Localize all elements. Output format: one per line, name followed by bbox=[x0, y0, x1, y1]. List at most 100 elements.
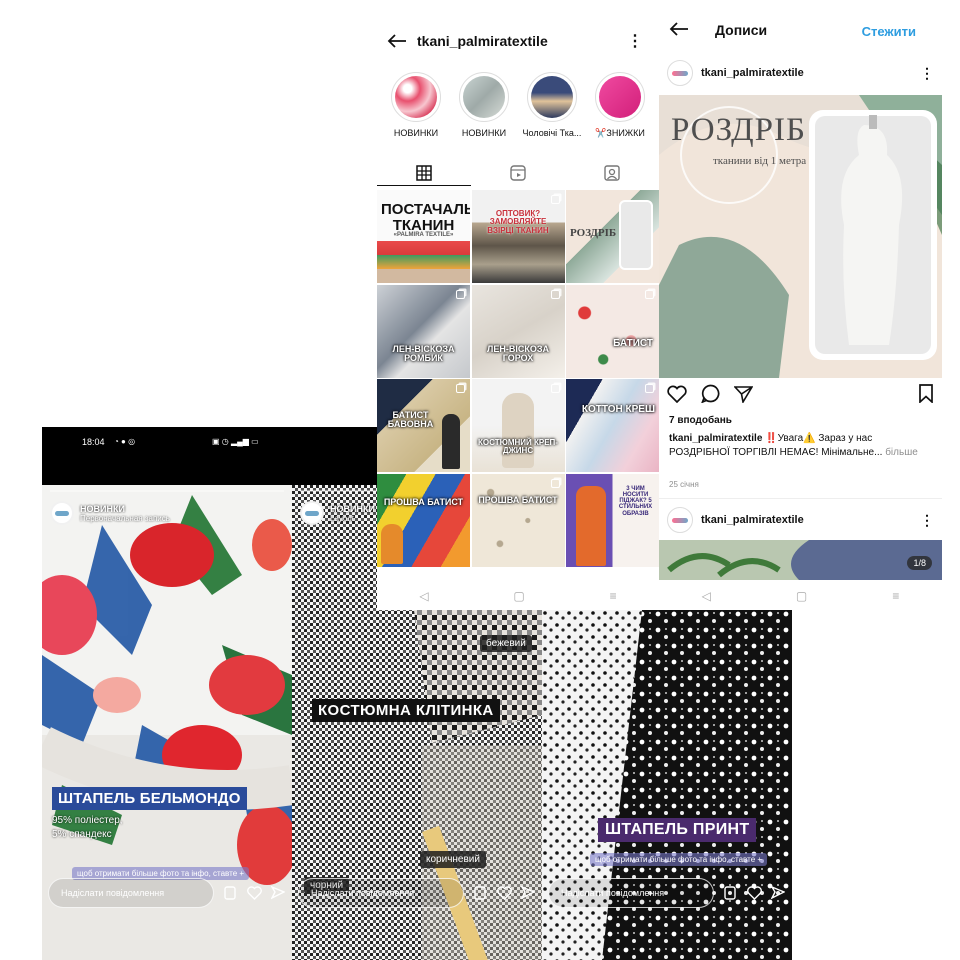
tile-caption: БАТИСТ bbox=[613, 337, 653, 349]
more-link[interactable]: більше bbox=[885, 447, 918, 458]
grid-post[interactable]: БАТИСТ БАВОВНА bbox=[377, 379, 470, 472]
profile-app-bar: tkani_palmiratextile ⋮ bbox=[377, 22, 659, 60]
story-title-label: ШТАПЕЛЬ ПРИНТ bbox=[598, 818, 757, 842]
likes-count[interactable]: 7 вподобань bbox=[669, 415, 732, 426]
bookmark-icon[interactable] bbox=[918, 384, 934, 408]
story-username[interactable]: НОВИНКИ bbox=[330, 504, 375, 514]
gallery-icon[interactable] bbox=[222, 885, 238, 901]
avatar[interactable] bbox=[667, 507, 693, 533]
grid-post[interactable]: ОПТОВИК? ЗАМОВЛЯЙТЕ ВЗІРЦІ ТКАНИН bbox=[471, 190, 565, 283]
profile-username: tkani_palmiratextile bbox=[417, 33, 548, 49]
tagged-icon bbox=[604, 165, 620, 181]
grid-post[interactable]: КОСТЮМНИЙ КРЕП-ДЖИНС bbox=[471, 379, 565, 472]
story-subtitle: Layout bbox=[330, 513, 355, 523]
tile-caption: БАТИСТ БАВОВНА bbox=[387, 410, 434, 430]
highlight-item[interactable]: НОВИНКИ bbox=[453, 72, 515, 139]
tab-reels[interactable] bbox=[471, 160, 565, 186]
nav-back-icon[interactable]: ◁ bbox=[702, 589, 711, 603]
post-image-subtitle: тканини від 1 метра bbox=[713, 155, 807, 167]
status-icons: ◔ ● ◎ bbox=[114, 437, 136, 446]
more-options-icon[interactable]: ⋮ bbox=[920, 65, 934, 82]
carousel-icon bbox=[550, 195, 560, 204]
heart-icon[interactable] bbox=[496, 885, 512, 901]
profile-tabs bbox=[377, 160, 659, 186]
back-arrow-icon[interactable] bbox=[377, 34, 417, 48]
profile-screen: tkani_palmiratextile ⋮ НОВИНКИ НОВИНКИ Ч… bbox=[377, 0, 659, 610]
tile-caption: ЛЕН-ВІСКОЗА ГОРОХ bbox=[487, 343, 549, 363]
highlight-label: Чоловічі Тка... bbox=[522, 128, 582, 138]
story-reply-row: Надіслати повідомлення bbox=[298, 877, 536, 909]
share-icon[interactable] bbox=[733, 385, 754, 408]
tile-phone-frame bbox=[619, 200, 653, 270]
story-reply-row: Надіслати повідомлення bbox=[548, 877, 786, 909]
back-arrow-icon[interactable] bbox=[669, 22, 689, 41]
heart-icon[interactable] bbox=[746, 885, 762, 901]
grid-post[interactable]: ЛЕН-ВІСКОЗА ГОРОХ bbox=[471, 284, 565, 378]
gallery-icon[interactable] bbox=[722, 885, 738, 901]
tile-caption: КОТТОН КРЕШ bbox=[581, 404, 655, 415]
grid-post[interactable]: ПРОШВА БАТИСТ bbox=[471, 473, 565, 567]
highlight-item[interactable]: НОВИНКИ bbox=[385, 72, 447, 139]
tile-caption: ЛЕН-ВІСКОЗА РОМБИК bbox=[392, 343, 455, 363]
grid-post[interactable]: РОЗДРІБ bbox=[566, 190, 659, 283]
tile-caption: ПРОШВА БАТИСТ bbox=[478, 494, 558, 505]
avatar[interactable] bbox=[667, 60, 693, 86]
nav-back-icon[interactable]: ◁ bbox=[419, 589, 428, 603]
gallery-icon[interactable] bbox=[472, 885, 488, 901]
carousel-icon bbox=[456, 384, 465, 393]
carousel-icon bbox=[456, 289, 465, 299]
grid-post[interactable]: БАТИСТ bbox=[566, 284, 659, 378]
carousel-counter: 1/8 bbox=[907, 556, 932, 570]
reply-input[interactable]: Надіслати повідомлення bbox=[548, 878, 714, 908]
story-avatar[interactable] bbox=[50, 501, 74, 525]
story-note: щоб отримати більше фото та інфо, ставте… bbox=[590, 853, 768, 866]
tile-subcaption: «PALMIRA TEXTILE» bbox=[393, 232, 454, 238]
send-icon[interactable] bbox=[270, 885, 286, 901]
more-options-icon[interactable]: ⋮ bbox=[920, 512, 934, 529]
grid-post[interactable]: ПРОШВА БАТИСТ bbox=[377, 473, 470, 567]
tab-grid[interactable] bbox=[377, 160, 471, 186]
story-reply-row: Надіслати повідомлення bbox=[48, 877, 286, 909]
tile-caption: 3 ЧИМ НОСИТИ ПІДЖАК? 5 СТИЛЬНИХ ОБРАЗІВ bbox=[618, 485, 653, 517]
post-username[interactable]: tkani_palmiratextile bbox=[701, 67, 804, 79]
caption-username[interactable]: tkani_palmiratextile bbox=[669, 433, 762, 444]
more-options-icon[interactable]: ⋮ bbox=[627, 31, 643, 51]
highlight-cover bbox=[395, 76, 437, 118]
reply-input[interactable]: Надіслати повідомлення bbox=[48, 878, 214, 908]
active-tab-indicator bbox=[377, 185, 471, 186]
tab-tagged[interactable] bbox=[565, 160, 659, 186]
grid-post[interactable]: ЛЕН-ВІСКОЗА РОМБИК bbox=[377, 284, 470, 378]
tile-model-figure bbox=[576, 485, 606, 566]
story-username[interactable]: НОВИНКИ bbox=[80, 504, 170, 514]
nav-menu-icon[interactable]: ≡ bbox=[610, 589, 617, 603]
like-heart-icon[interactable] bbox=[667, 385, 687, 408]
divider bbox=[659, 498, 942, 499]
post-username[interactable]: tkani_palmiratextile bbox=[701, 514, 804, 526]
grid-post[interactable]: ПОСТАЧАЛЬНИК ТКАНИН «PALMIRA TEXTILE» bbox=[377, 190, 470, 283]
comment-icon[interactable] bbox=[701, 384, 720, 408]
send-icon[interactable] bbox=[520, 885, 536, 901]
follow-button[interactable]: Стежити bbox=[862, 24, 916, 39]
heart-icon[interactable] bbox=[246, 885, 262, 901]
grid-post[interactable]: КОТТОН КРЕШ bbox=[566, 379, 659, 472]
story-composition-line2: 5% спандекс bbox=[52, 829, 112, 840]
tile-model-figure bbox=[442, 414, 460, 469]
send-icon[interactable] bbox=[770, 885, 786, 901]
grid-post[interactable]: 3 ЧИМ НОСИТИ ПІДЖАК? 5 СТИЛЬНИХ ОБРАЗІВ bbox=[566, 473, 659, 567]
reply-input[interactable]: Надіслати повідомлення bbox=[298, 878, 464, 908]
posts-screen: Дописи Стежити tkani_palmiratextile ⋮ РО… bbox=[659, 0, 942, 610]
post-actions bbox=[667, 384, 934, 408]
post-image[interactable] bbox=[659, 540, 942, 580]
highlight-item[interactable]: ✂️ЗНИЖКИ bbox=[589, 72, 651, 139]
nav-menu-icon[interactable]: ≡ bbox=[892, 589, 899, 603]
carousel-icon bbox=[550, 384, 560, 393]
nav-home-icon[interactable]: ▢ bbox=[513, 589, 524, 603]
highlights-row: НОВИНКИ НОВИНКИ Чоловічі Тка... ✂️ЗНИЖКИ bbox=[385, 72, 651, 139]
story-subtitle: Первоначальная запись bbox=[80, 513, 170, 523]
grid-icon bbox=[416, 165, 432, 181]
highlight-item[interactable]: Чоловічі Тка... bbox=[521, 72, 583, 139]
highlight-cover bbox=[531, 76, 573, 118]
tile-model-figure bbox=[381, 523, 403, 564]
nav-home-icon[interactable]: ▢ bbox=[796, 589, 807, 603]
story-avatar[interactable] bbox=[300, 501, 324, 525]
